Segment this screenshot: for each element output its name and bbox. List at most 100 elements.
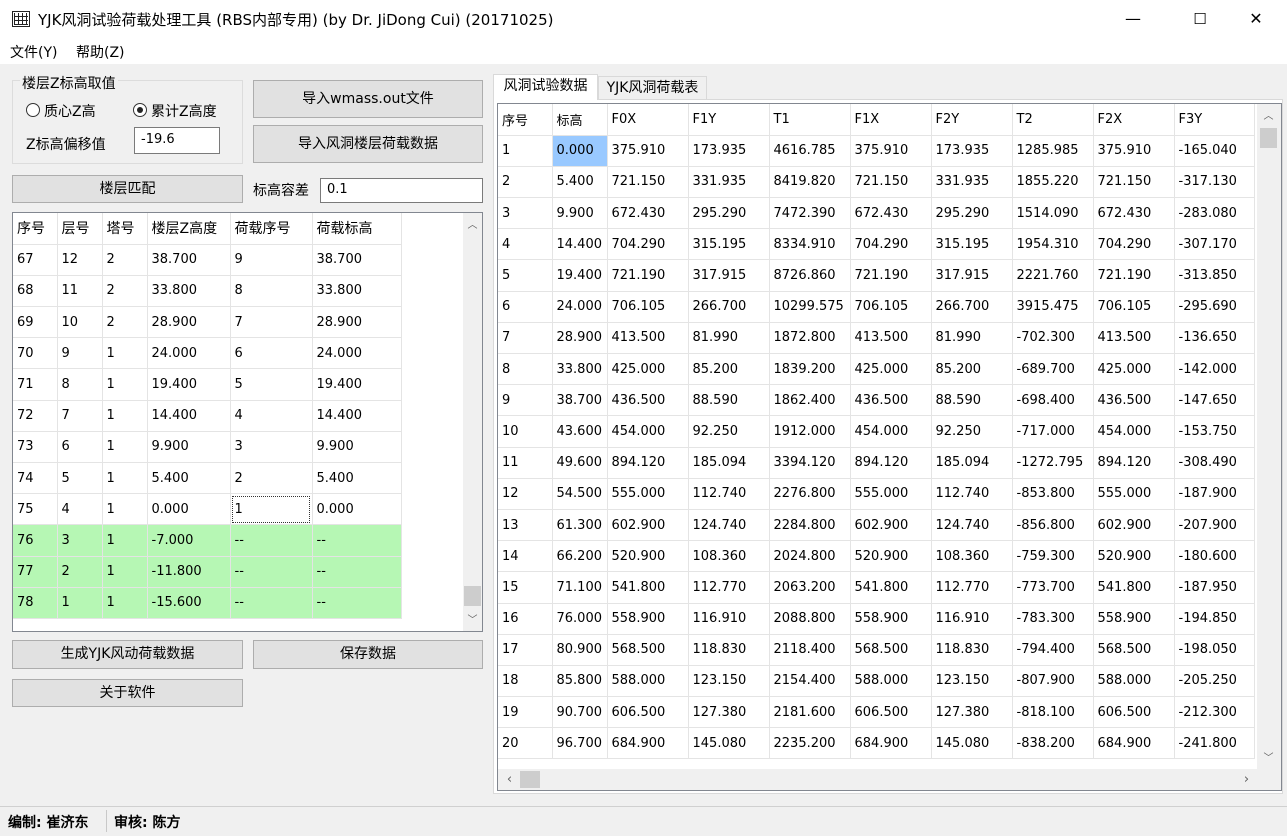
- table-cell[interactable]: 123.150: [688, 665, 770, 698]
- table-cell[interactable]: 3: [57, 524, 103, 557]
- table-row[interactable]: 7 28.900 413.500 81.990 1872.800 413.500 81.99…: [498, 322, 1255, 355]
- table-cell[interactable]: 9: [57, 337, 103, 370]
- scroll-up-icon[interactable]: ︿: [1260, 108, 1277, 125]
- table-cell[interactable]: 541.800: [1093, 571, 1175, 604]
- table-cell[interactable]: 721.190: [607, 259, 689, 292]
- table-cell[interactable]: 145.080: [688, 727, 770, 760]
- table-cell[interactable]: 88.590: [931, 384, 1013, 417]
- table-cell[interactable]: -313.850: [1174, 259, 1255, 292]
- table-cell[interactable]: 127.380: [688, 696, 770, 729]
- table-cell[interactable]: 1: [102, 524, 148, 557]
- table-cell[interactable]: 116.910: [931, 603, 1013, 635]
- windtunnel-data-grid[interactable]: 序号 标高 F0X F1Y T1 F1X F2Y T2 F2X F3Y 1 0.000 375.910…: [497, 103, 1282, 791]
- table-row[interactable]: 77 2 1 -11.800 -- --: [13, 556, 402, 588]
- table-cell[interactable]: 76: [13, 524, 58, 557]
- table-cell[interactable]: -180.600: [1174, 540, 1255, 573]
- table-cell[interactable]: 6: [57, 431, 103, 464]
- table-cell[interactable]: -11.800: [147, 556, 231, 588]
- column-header[interactable]: F0X: [607, 104, 689, 136]
- scroll-right-icon[interactable]: ›: [1238, 771, 1255, 788]
- table-cell[interactable]: -147.650: [1174, 384, 1255, 417]
- table-row[interactable]: 16 76.000 558.900 116.910 2088.800 558.900 116…: [498, 603, 1255, 635]
- table-cell[interactable]: 704.290: [607, 228, 689, 261]
- table-cell[interactable]: 706.105: [1093, 291, 1175, 323]
- radio-cumulative-z[interactable]: [133, 103, 147, 117]
- table-cell[interactable]: 3915.475: [1012, 291, 1094, 323]
- scroll-thumb[interactable]: [520, 771, 540, 788]
- table-cell[interactable]: 1: [102, 493, 148, 526]
- table-cell[interactable]: -15.600: [147, 587, 231, 619]
- table-cell[interactable]: 8: [230, 275, 313, 308]
- minimize-button[interactable]: —: [1110, 0, 1156, 38]
- table-cell[interactable]: 568.500: [1093, 634, 1175, 666]
- table-cell[interactable]: 81.990: [688, 322, 770, 355]
- table-cell[interactable]: 71: [13, 368, 58, 401]
- table-cell[interactable]: 14.400: [552, 228, 608, 261]
- column-header[interactable]: 楼层Z高度: [147, 213, 231, 245]
- table-cell[interactable]: 2: [102, 306, 148, 339]
- table-cell[interactable]: 33.800: [147, 275, 231, 308]
- table-cell[interactable]: 375.910: [1093, 135, 1175, 167]
- table-cell[interactable]: --: [312, 556, 402, 588]
- table-cell[interactable]: 85.800: [552, 665, 608, 698]
- table-cell[interactable]: 425.000: [607, 353, 689, 386]
- table-row[interactable]: 14 66.200 520.900 108.360 2024.800 520.900 108…: [498, 540, 1255, 573]
- table-cell[interactable]: 33.800: [552, 353, 608, 386]
- tab-yjk-load-table[interactable]: YJK风洞荷载表: [598, 76, 707, 100]
- table-cell[interactable]: 19.400: [312, 368, 402, 401]
- table-cell[interactable]: -283.080: [1174, 197, 1255, 230]
- table-row[interactable]: 5 19.400 721.190 317.915 8726.860 721.190 317.…: [498, 259, 1255, 292]
- table-cell[interactable]: 520.900: [850, 540, 932, 573]
- table-cell[interactable]: 11: [57, 275, 103, 308]
- table-row[interactable]: 18 85.800 588.000 123.150 2154.400 588.000 123…: [498, 665, 1255, 698]
- scroll-left-icon[interactable]: ‹: [501, 771, 518, 788]
- table-cell[interactable]: 92.250: [688, 415, 770, 448]
- table-cell[interactable]: 69: [13, 306, 58, 339]
- table-cell[interactable]: 721.150: [850, 166, 932, 199]
- table-cell[interactable]: 16: [498, 603, 553, 635]
- table-cell[interactable]: 704.290: [850, 228, 932, 261]
- table-cell[interactable]: 266.700: [688, 291, 770, 323]
- table-cell[interactable]: -717.000: [1012, 415, 1094, 448]
- table-cell[interactable]: 11: [498, 447, 553, 479]
- table-cell[interactable]: 684.900: [607, 727, 689, 760]
- table-cell[interactable]: 7: [498, 322, 553, 355]
- table-cell[interactable]: 1: [102, 337, 148, 370]
- table-cell[interactable]: -207.900: [1174, 509, 1255, 542]
- table-cell[interactable]: 2088.800: [769, 603, 851, 635]
- table-cell[interactable]: 5: [230, 368, 313, 401]
- table-row[interactable]: 78 1 1 -15.600 -- --: [13, 587, 402, 619]
- table-cell[interactable]: 520.900: [1093, 540, 1175, 573]
- table-cell[interactable]: 606.500: [850, 696, 932, 729]
- table-cell[interactable]: 317.915: [688, 259, 770, 292]
- table-cell[interactable]: 0.000: [312, 493, 402, 526]
- table-cell[interactable]: 43.600: [552, 415, 608, 448]
- column-header[interactable]: 塔号: [102, 213, 148, 245]
- table-cell[interactable]: 672.430: [1093, 197, 1175, 230]
- table-cell[interactable]: 684.900: [850, 727, 932, 760]
- table-cell[interactable]: 375.910: [607, 135, 689, 167]
- column-header[interactable]: F3Y: [1174, 104, 1255, 136]
- table-cell[interactable]: 78: [13, 587, 58, 619]
- table-cell[interactable]: 894.120: [850, 447, 932, 479]
- table-row[interactable]: 4 14.400 704.290 315.195 8334.910 704.290 315.…: [498, 228, 1255, 261]
- table-cell[interactable]: 588.000: [607, 665, 689, 698]
- table-cell[interactable]: 15: [498, 571, 553, 604]
- table-cell[interactable]: 112.770: [688, 571, 770, 604]
- table-cell[interactable]: 71.100: [552, 571, 608, 604]
- table-cell[interactable]: 9: [230, 244, 313, 276]
- table-cell[interactable]: 145.080: [931, 727, 1013, 760]
- table-cell[interactable]: -698.400: [1012, 384, 1094, 417]
- table-cell[interactable]: --: [230, 587, 313, 619]
- table-cell[interactable]: 7: [57, 400, 103, 432]
- table-cell[interactable]: 541.800: [850, 571, 932, 604]
- table-cell[interactable]: 413.500: [607, 322, 689, 355]
- table-cell[interactable]: 112.770: [931, 571, 1013, 604]
- table-cell[interactable]: 454.000: [1093, 415, 1175, 448]
- table-cell[interactable]: 108.360: [688, 540, 770, 573]
- table-cell[interactable]: 704.290: [1093, 228, 1175, 261]
- table-cell[interactable]: -7.000: [147, 524, 231, 557]
- table-cell[interactable]: 18: [498, 665, 553, 698]
- table-cell[interactable]: 454.000: [607, 415, 689, 448]
- table-cell[interactable]: -194.850: [1174, 603, 1255, 635]
